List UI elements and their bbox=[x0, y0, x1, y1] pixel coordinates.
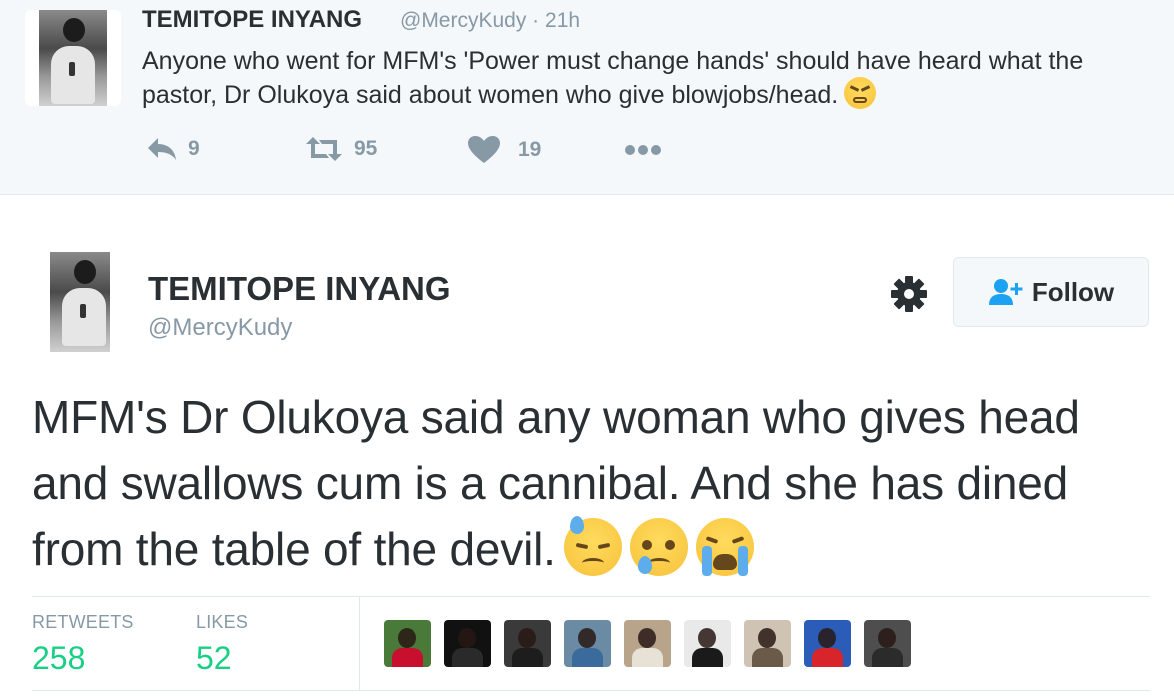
follow-button[interactable]: Follow bbox=[953, 257, 1149, 327]
parent-author-name[interactable]: TEMITOPE INYANG bbox=[142, 6, 362, 34]
parent-tweet-text-content: Anyone who went for MFM's 'Power must ch… bbox=[142, 47, 1084, 109]
reply-icon bbox=[148, 138, 176, 160]
liker-avatar[interactable] bbox=[384, 620, 431, 667]
liker-avatar[interactable] bbox=[444, 620, 491, 667]
liker-avatar[interactable] bbox=[684, 620, 731, 667]
liker-avatar[interactable] bbox=[744, 620, 791, 667]
retweet-count: 95 bbox=[354, 137, 378, 160]
like-count: 19 bbox=[518, 138, 542, 161]
persevering-face-emoji-icon bbox=[844, 77, 877, 110]
loudly-crying-face-emoji-icon bbox=[695, 517, 754, 576]
main-author-handle[interactable]: @MercyKudy bbox=[148, 314, 292, 342]
retweets-stat-label: RETWEETS bbox=[32, 612, 134, 632]
liker-avatar[interactable] bbox=[504, 620, 551, 667]
more-dots-icon bbox=[625, 145, 661, 155]
liker-avatars bbox=[384, 620, 911, 667]
main-tweet-text: MFM's Dr Olukoya said any woman who give… bbox=[32, 384, 1142, 582]
main-author-name[interactable]: TEMITOPE INYANG bbox=[148, 270, 451, 308]
retweet-icon bbox=[306, 137, 342, 161]
stats-divider-top bbox=[32, 596, 1150, 597]
main-avatar[interactable] bbox=[30, 246, 126, 354]
parent-tweet-text: Anyone who went for MFM's 'Power must ch… bbox=[142, 44, 1142, 112]
gear-icon bbox=[891, 276, 927, 312]
reply-button[interactable]: 9 bbox=[146, 136, 200, 162]
like-button[interactable]: 19 bbox=[468, 136, 541, 164]
parent-author-handle[interactable]: @MercyKudy · 21h bbox=[400, 9, 580, 33]
main-tweet-text-content: MFM's Dr Olukoya said any woman who give… bbox=[32, 391, 1080, 575]
likes-stat-value[interactable]: 52 bbox=[196, 640, 232, 677]
likes-stat-label: LIKES bbox=[196, 612, 249, 632]
crying-face-emoji-icon bbox=[629, 517, 688, 576]
reply-count: 9 bbox=[188, 137, 200, 160]
downcast-face-with-sweat-emoji-icon bbox=[563, 515, 622, 576]
parent-tweet[interactable]: TEMITOPE INYANG @MercyKudy · 21h Anyone … bbox=[0, 0, 1174, 195]
liker-avatar[interactable] bbox=[864, 620, 911, 667]
liker-avatar[interactable] bbox=[804, 620, 851, 667]
settings-gear-button[interactable] bbox=[889, 274, 929, 314]
retweets-stat-value[interactable]: 258 bbox=[32, 640, 85, 677]
liker-avatar[interactable] bbox=[564, 620, 611, 667]
parent-avatar[interactable] bbox=[25, 10, 121, 106]
retweet-button[interactable]: 95 bbox=[304, 136, 377, 162]
stats-vertical-divider bbox=[359, 597, 360, 690]
follow-button-label: Follow bbox=[1031, 276, 1115, 307]
liker-avatar[interactable] bbox=[624, 620, 671, 667]
heart-icon bbox=[468, 136, 500, 163]
stats-divider-bottom bbox=[32, 690, 1150, 691]
add-user-icon bbox=[988, 279, 1023, 305]
more-button[interactable] bbox=[624, 144, 662, 156]
